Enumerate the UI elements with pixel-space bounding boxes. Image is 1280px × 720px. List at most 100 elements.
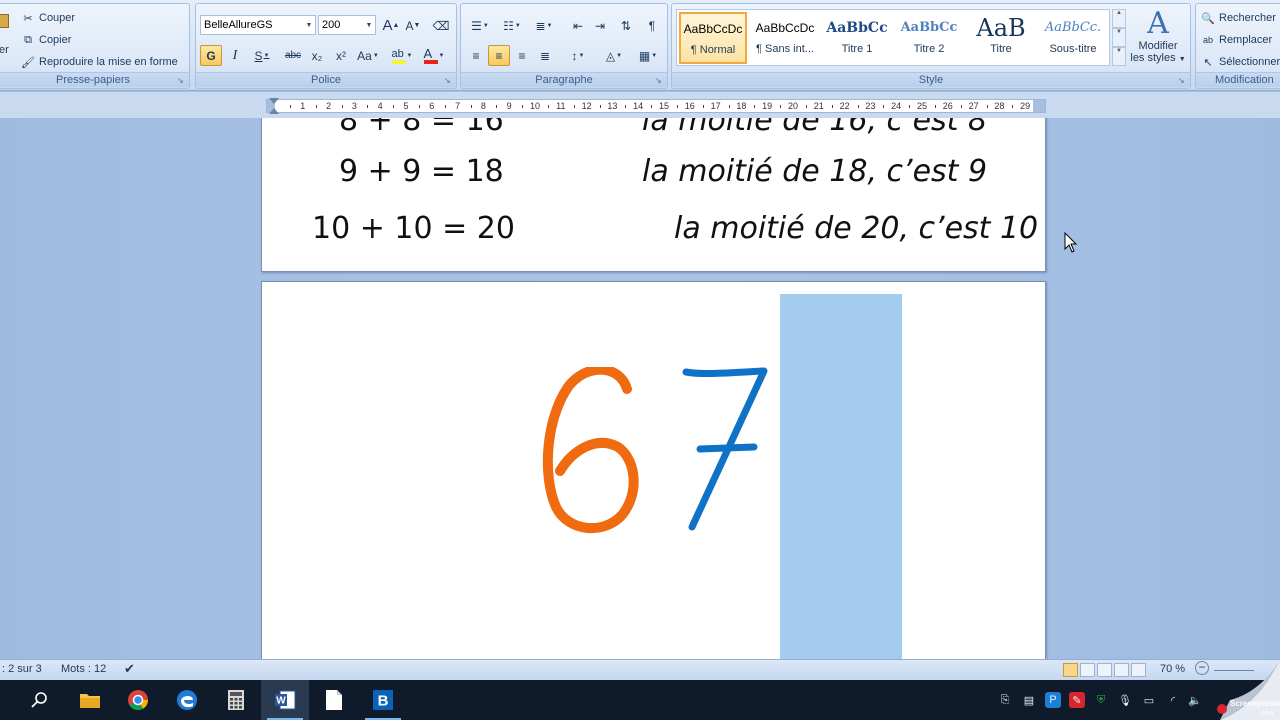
- font-group: BelleAllureGS ▼ 200 ▼ A ▲ A ▼ ⌫ G I S ▼ abc…: [195, 3, 457, 89]
- shrink-font-button[interactable]: A ▼: [402, 15, 424, 36]
- grow-font-button[interactable]: A ▲: [380, 15, 402, 36]
- more-styles-icon[interactable]: ▼: [1112, 47, 1126, 66]
- style-name: Titre: [990, 43, 1012, 55]
- search-icon[interactable]: [16, 680, 64, 720]
- indent-marker-icon[interactable]: [269, 98, 279, 104]
- show-marks-button[interactable]: ¶: [641, 15, 663, 36]
- calculator-icon[interactable]: [212, 680, 260, 720]
- decrease-indent-button[interactable]: ⇤: [567, 15, 589, 36]
- document-area[interactable]: 8 + 8 = 16 la moitié de 16, c’est 8 9 + …: [0, 118, 1280, 659]
- subscript-button[interactable]: x₂: [306, 45, 328, 66]
- word-icon[interactable]: W: [261, 680, 309, 720]
- style-sample: AaBbCcDc: [683, 22, 743, 36]
- justify-button[interactable]: ≣: [534, 45, 556, 66]
- horizontal-ruler[interactable]: 1 2 3 4 5 6 7 8 9 10 11 12 13 14 15 16 17 18 19 20 21 22 23 24 2…: [266, 99, 1046, 113]
- status-bar: : 2 sur 3 Mots : 12 ✔ 70 % −: [0, 659, 1280, 680]
- align-left-button[interactable]: ≡: [465, 45, 487, 66]
- superscript-button[interactable]: x²: [330, 45, 352, 66]
- copy-button[interactable]: ⧉ Copier: [21, 30, 71, 50]
- page-1[interactable]: 8 + 8 = 16 la moitié de 16, c’est 8 9 + …: [261, 118, 1046, 272]
- battery-icon[interactable]: ▭: [1141, 692, 1157, 708]
- dialog-launcher-icon[interactable]: ↘: [444, 76, 453, 85]
- multilevel-list-button[interactable]: ≣ ▼: [529, 15, 559, 36]
- style-no-spacing[interactable]: AaBbCcDc ¶ Sans int...: [751, 12, 819, 64]
- tray-red-app-icon[interactable]: ✎: [1069, 692, 1085, 708]
- svg-text:B: B: [378, 693, 389, 710]
- tray-chart-icon[interactable]: ▤: [1021, 692, 1037, 708]
- dialog-launcher-icon[interactable]: ↘: [1178, 76, 1187, 85]
- find-button[interactable]: 🔍 Rechercher: [1201, 8, 1276, 28]
- italic-button[interactable]: I: [224, 45, 246, 66]
- print-layout-view-button[interactable]: [1063, 663, 1078, 677]
- align-center-button[interactable]: ≡: [488, 45, 510, 66]
- shield-icon[interactable]: ⛨: [1093, 692, 1109, 708]
- ruler-tick: [754, 105, 756, 108]
- numbered-list-icon: ☷: [503, 18, 514, 33]
- chrome-icon[interactable]: [114, 680, 162, 720]
- clear-format-button[interactable]: ⌫: [430, 15, 452, 36]
- font-color-button[interactable]: A ▼: [420, 45, 448, 66]
- numbering-button[interactable]: ☷ ▼: [497, 15, 527, 36]
- cut-button[interactable]: ✂ Couper: [21, 8, 75, 28]
- dialog-launcher-icon[interactable]: ↘: [177, 76, 186, 85]
- word-count[interactable]: Mots : 12: [61, 663, 106, 675]
- font-size-combo[interactable]: 200 ▼: [318, 15, 376, 35]
- bold-app-icon[interactable]: B: [359, 680, 407, 720]
- svg-text:W: W: [276, 696, 286, 707]
- microphone-icon[interactable]: 🎙: [1117, 692, 1133, 708]
- scroll-up-icon[interactable]: ▲: [1112, 9, 1126, 28]
- full-screen-view-button[interactable]: [1080, 663, 1095, 677]
- page-count[interactable]: : 2 sur 3: [2, 663, 42, 675]
- bold-button[interactable]: G: [200, 45, 222, 66]
- dialog-launcher-icon[interactable]: ↘: [655, 76, 664, 85]
- notepad-icon[interactable]: [310, 680, 358, 720]
- draft-view-button[interactable]: [1131, 663, 1146, 677]
- tray-blue-app-icon[interactable]: P: [1045, 692, 1061, 708]
- wifi-icon[interactable]: ◜: [1165, 692, 1181, 708]
- outline-view-button[interactable]: [1114, 663, 1129, 677]
- increase-indent-button[interactable]: ⇥: [589, 15, 611, 36]
- font-name-combo[interactable]: BelleAllureGS ▼: [200, 15, 316, 35]
- change-case-label: Aa: [357, 48, 372, 63]
- indent-marker-icon[interactable]: [269, 108, 279, 114]
- format-painter-label: Reproduire la mise en forme: [39, 56, 178, 68]
- format-painter-button[interactable]: 🖌 Reproduire la mise en forme: [21, 52, 178, 72]
- style-title[interactable]: AaB Titre: [967, 12, 1035, 64]
- tray-app-icon[interactable]: ⎘: [997, 692, 1013, 708]
- file-explorer-icon[interactable]: [66, 680, 114, 720]
- style-normal[interactable]: AaBbCcDc ¶ Normal: [679, 12, 747, 64]
- ruler-number: 20: [787, 101, 799, 111]
- align-right-button[interactable]: ≡: [511, 45, 533, 66]
- select-button[interactable]: ↖ Sélectionner: [1201, 52, 1280, 72]
- style-heading-1[interactable]: AaBbCc Titre 1: [823, 12, 891, 64]
- scroll-down-icon[interactable]: ▼: [1112, 28, 1126, 47]
- paste-button[interactable]: er: [0, 14, 13, 64]
- replace-icon: ab: [1202, 35, 1213, 45]
- chevron-down-icon[interactable]: ▼: [303, 22, 315, 29]
- bullets-button[interactable]: ☰ ▼: [465, 15, 495, 36]
- zoom-level[interactable]: 70 %: [1160, 663, 1185, 675]
- proofing-icon[interactable]: ✔: [124, 661, 135, 677]
- change-styles-button[interactable]: A Modifier les styles ▼: [1128, 8, 1188, 70]
- multilevel-list-icon: ≣: [535, 18, 546, 33]
- strikethrough-button[interactable]: abc: [282, 45, 304, 66]
- ruler-tick: [289, 105, 291, 108]
- styles-gallery-scroll[interactable]: ▲ ▼ ▼: [1112, 9, 1126, 66]
- chevron-down-icon[interactable]: ▼: [363, 22, 375, 29]
- replace-button[interactable]: ab Remplacer: [1201, 30, 1272, 50]
- sort-button[interactable]: ⇅: [615, 15, 637, 36]
- page-2[interactable]: 6 7: [261, 281, 1046, 659]
- underline-button[interactable]: S ▼: [248, 45, 276, 66]
- highlight-button[interactable]: ab ▼: [388, 45, 416, 66]
- shading-button[interactable]: ◬ ▼: [599, 45, 629, 66]
- borders-button[interactable]: ▦ ▼: [633, 45, 663, 66]
- line-spacing-button[interactable]: ↕ ▼: [563, 45, 593, 66]
- style-subtitle[interactable]: AaBbCc. Sous-titre: [1039, 12, 1107, 64]
- style-heading-2[interactable]: AaBbCc Titre 2: [895, 12, 963, 64]
- change-case-button[interactable]: Aa ▼: [354, 45, 382, 66]
- digit-seven-stroke: [682, 367, 768, 531]
- edge-icon[interactable]: [163, 680, 211, 720]
- web-layout-view-button[interactable]: [1097, 663, 1112, 677]
- style-name: ¶ Normal: [690, 44, 736, 56]
- ruler-tick: [805, 105, 807, 108]
